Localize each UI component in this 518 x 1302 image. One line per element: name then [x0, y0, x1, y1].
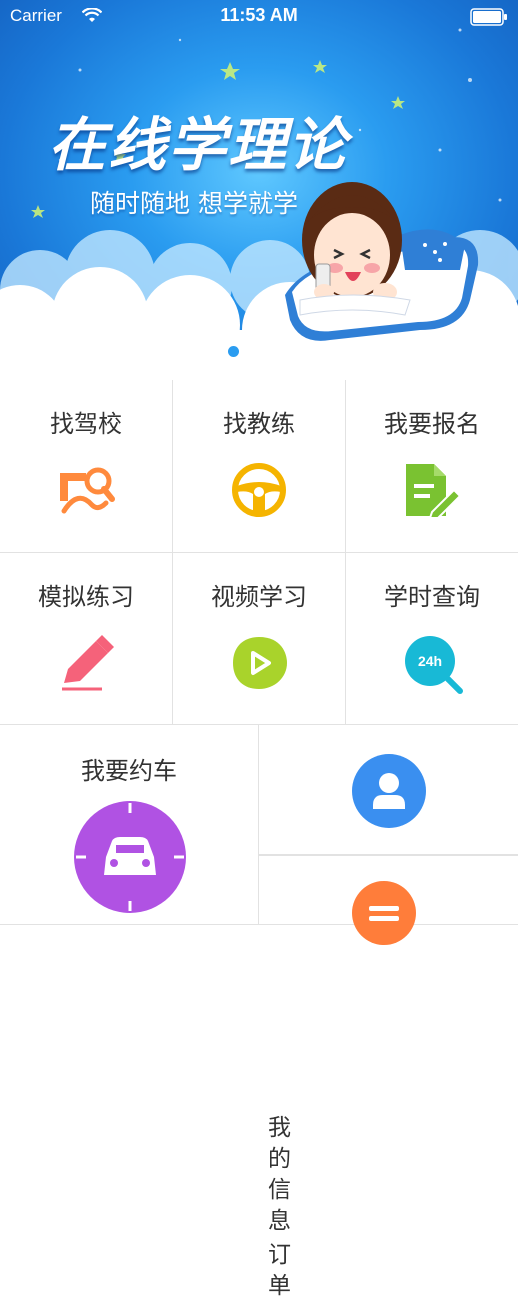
hours-query-tile[interactable]: 学时查询 24h: [346, 553, 518, 725]
banner[interactable]: 在线学理论 随时随地 想学就学: [0, 0, 518, 380]
mock-practice-label: 模拟练习: [38, 583, 134, 611]
find-coach-tile[interactable]: 找教练: [173, 380, 346, 553]
battery-icon: [470, 8, 507, 26]
orders-tile[interactable]: [259, 855, 518, 945]
list-icon: [352, 881, 416, 945]
mock-practice-tile[interactable]: 模拟练习: [0, 553, 173, 725]
find-school-label: 找驾校: [50, 410, 122, 438]
banner-subtitle: 随时随地 想学就学: [90, 189, 298, 218]
user-icon: [352, 754, 426, 828]
banner-title: 在线学理论: [48, 111, 349, 179]
find-school-icon: [60, 467, 115, 514]
my-info-tile[interactable]: [259, 725, 518, 855]
hours-query-label: 学时查询: [384, 583, 480, 611]
page-indicator-dot[interactable]: [228, 346, 239, 357]
24h-label: 24h: [418, 653, 442, 669]
signup-tile[interactable]: 我要报名: [346, 380, 518, 553]
signup-label: 我要报名: [384, 410, 480, 438]
24h-query-icon: 24h: [405, 636, 463, 694]
find-school-tile[interactable]: 找驾校: [0, 380, 173, 553]
orders-label: 订单: [268, 1242, 291, 1299]
car-icon: [74, 801, 186, 913]
video-play-icon: [233, 637, 287, 689]
signup-form-icon: [406, 464, 462, 518]
video-learning-tile[interactable]: 视频学习: [173, 553, 346, 725]
book-car-tile[interactable]: 我要约车: [0, 725, 259, 925]
steering-wheel-icon: [232, 463, 286, 517]
video-learning-label: 视频学习: [211, 583, 307, 611]
find-coach-label: 找教练: [223, 410, 295, 438]
my-info-label: 我的信息: [268, 1115, 291, 1234]
pencil-icon: [62, 635, 114, 691]
status-bar: Carrier 11:53 AM: [0, 0, 518, 34]
clock-time: 11:53 AM: [220, 5, 298, 25]
book-car-label: 我要约车: [81, 757, 177, 785]
